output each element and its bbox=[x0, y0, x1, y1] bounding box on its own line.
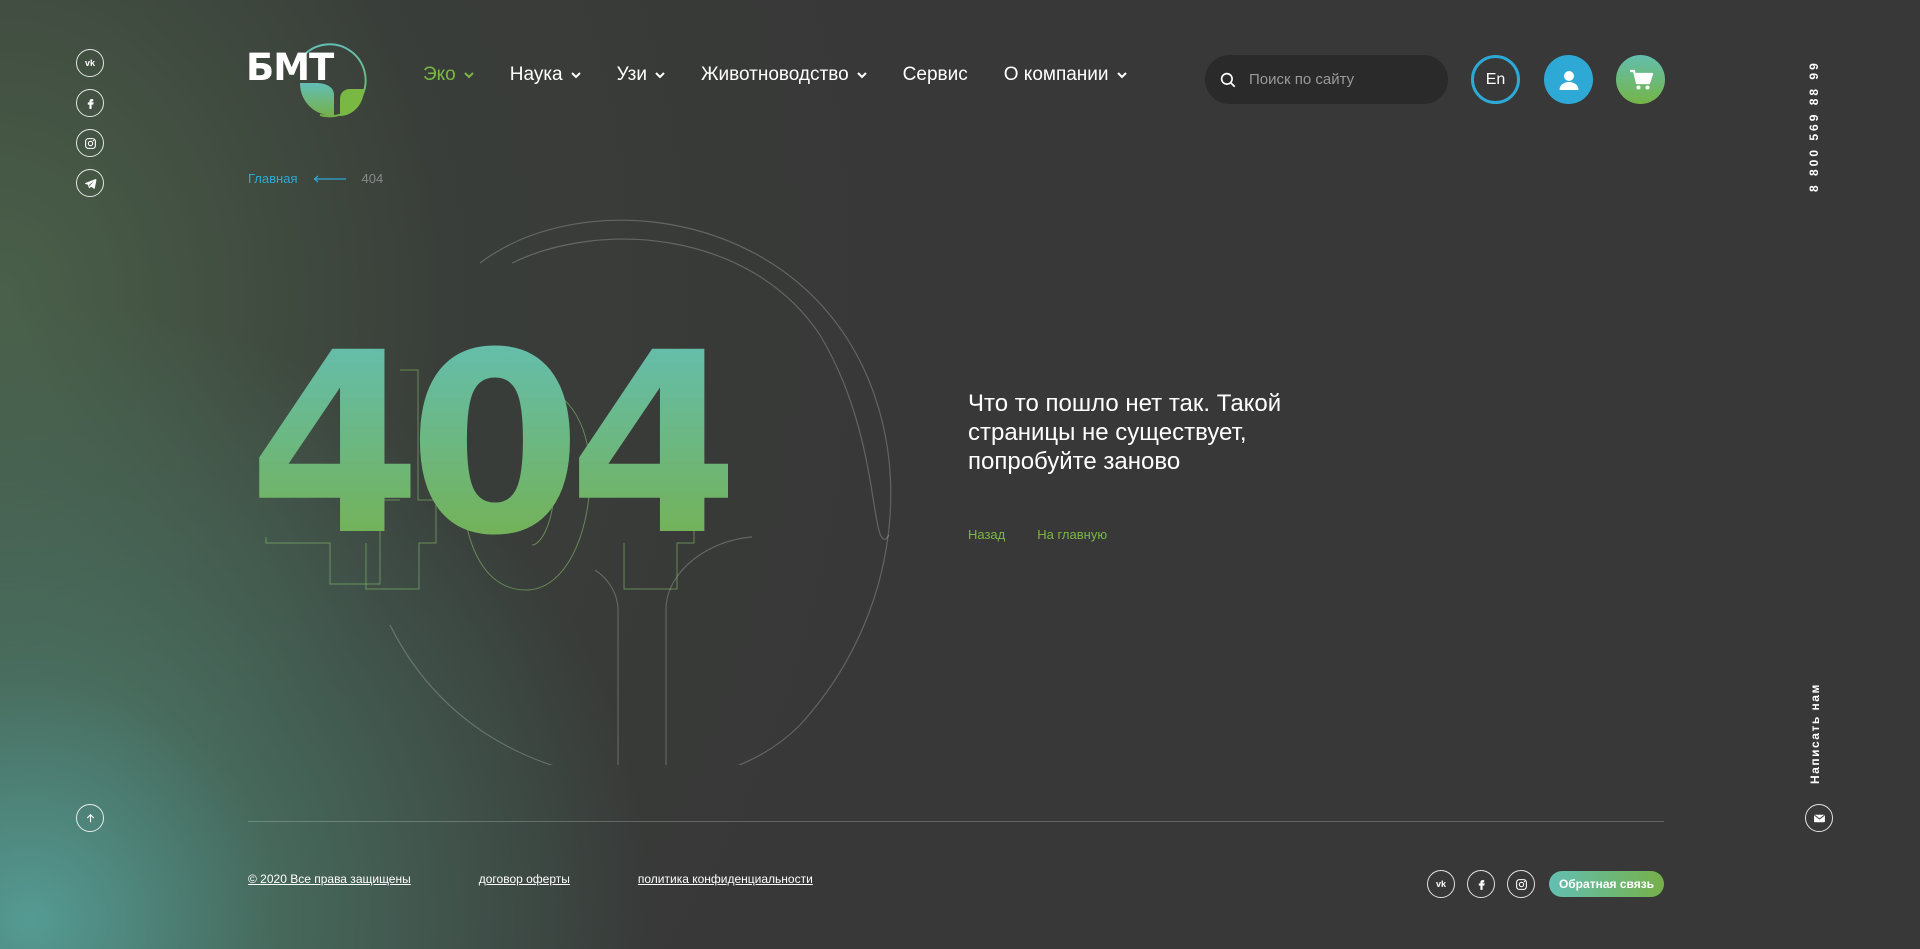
search-box bbox=[1205, 55, 1448, 104]
vk-link[interactable]: vk bbox=[76, 49, 104, 77]
telegram-link[interactable] bbox=[76, 169, 104, 197]
vk-icon: vk bbox=[1435, 879, 1446, 889]
back-link[interactable]: Назад bbox=[968, 527, 1005, 542]
error-code: 404 bbox=[248, 299, 742, 590]
breadcrumb: Главная 404 bbox=[248, 171, 383, 186]
facebook-icon bbox=[1478, 879, 1485, 890]
cart-button[interactable] bbox=[1616, 55, 1665, 104]
facebook-icon bbox=[87, 98, 94, 109]
nav-item-label: Эко bbox=[423, 64, 456, 85]
home-link[interactable]: На главную bbox=[1037, 527, 1107, 542]
instagram-link[interactable] bbox=[76, 129, 104, 157]
phone-number[interactable]: 8 800 569 88 99 bbox=[1807, 58, 1831, 192]
instagram-link[interactable] bbox=[1507, 870, 1535, 898]
vk-link[interactable]: vk bbox=[1427, 870, 1455, 898]
nav-item-label: Наука bbox=[509, 64, 563, 85]
breadcrumb-home[interactable]: Главная bbox=[248, 171, 297, 186]
chevron-down-icon bbox=[464, 71, 474, 78]
copyright-link[interactable]: © 2020 Все права защищены bbox=[248, 872, 411, 886]
instagram-icon bbox=[84, 137, 96, 149]
footer-divider bbox=[248, 821, 1664, 822]
main-nav: Эко Наука Узи Животноводство Сервис О ко… bbox=[423, 64, 1163, 86]
nav-item-eco[interactable]: Эко bbox=[423, 64, 474, 86]
language-label: En bbox=[1485, 70, 1506, 88]
footer-links: © 2020 Все права защищены договор оферты… bbox=[248, 872, 881, 886]
nav-item-science[interactable]: Наука bbox=[510, 64, 581, 86]
feedback-button[interactable]: Обратная связь bbox=[1549, 871, 1664, 897]
offer-link[interactable]: договор оферты bbox=[479, 872, 570, 886]
language-button[interactable]: En bbox=[1471, 55, 1520, 104]
left-social-links: vk bbox=[76, 49, 104, 197]
search-input[interactable] bbox=[1249, 71, 1429, 88]
error-actions: Назад На главную bbox=[968, 527, 1107, 542]
instagram-icon bbox=[1515, 878, 1527, 890]
nav-item-about[interactable]: О компании bbox=[1004, 64, 1127, 86]
user-icon bbox=[1559, 70, 1578, 90]
error-message: Что то пошло нет так. Такой страницы не … bbox=[968, 390, 1282, 475]
scroll-up-button[interactable] bbox=[76, 804, 104, 832]
footer-social-links: vk bbox=[1427, 870, 1535, 898]
mail-icon bbox=[1813, 814, 1825, 822]
breadcrumb-current: 404 bbox=[361, 171, 384, 186]
nav-item-label: Сервис bbox=[902, 64, 968, 85]
vk-icon: vk bbox=[84, 58, 95, 68]
write-us-link[interactable]: Написать нам bbox=[1808, 668, 1830, 784]
search-icon bbox=[1220, 72, 1236, 87]
nav-item-label: О компании bbox=[1003, 64, 1109, 85]
nav-item-service[interactable]: Сервис bbox=[903, 64, 968, 86]
nav-item-livestock[interactable]: Животноводство bbox=[701, 64, 867, 86]
brand-logo[interactable]: БМТ bbox=[246, 43, 372, 119]
facebook-link[interactable] bbox=[1467, 870, 1495, 898]
arrow-left-icon bbox=[314, 175, 347, 182]
nav-item-uzi[interactable]: Узи bbox=[617, 64, 665, 86]
chevron-down-icon bbox=[655, 71, 665, 78]
arrow-up-icon bbox=[86, 813, 94, 822]
facebook-link[interactable] bbox=[76, 89, 104, 117]
mail-button[interactable] bbox=[1805, 804, 1833, 832]
nav-item-label: Узи bbox=[616, 64, 647, 85]
telegram-icon bbox=[84, 178, 96, 189]
nav-item-label: Животноводство bbox=[700, 64, 849, 85]
privacy-link[interactable]: политика конфиденциальности bbox=[638, 872, 813, 886]
chevron-down-icon bbox=[1116, 71, 1127, 78]
account-button[interactable] bbox=[1544, 55, 1593, 104]
cart-icon bbox=[1629, 69, 1653, 89]
chevron-down-icon bbox=[856, 71, 867, 78]
logo-text: БМТ bbox=[246, 46, 334, 89]
chevron-down-icon bbox=[570, 71, 581, 78]
